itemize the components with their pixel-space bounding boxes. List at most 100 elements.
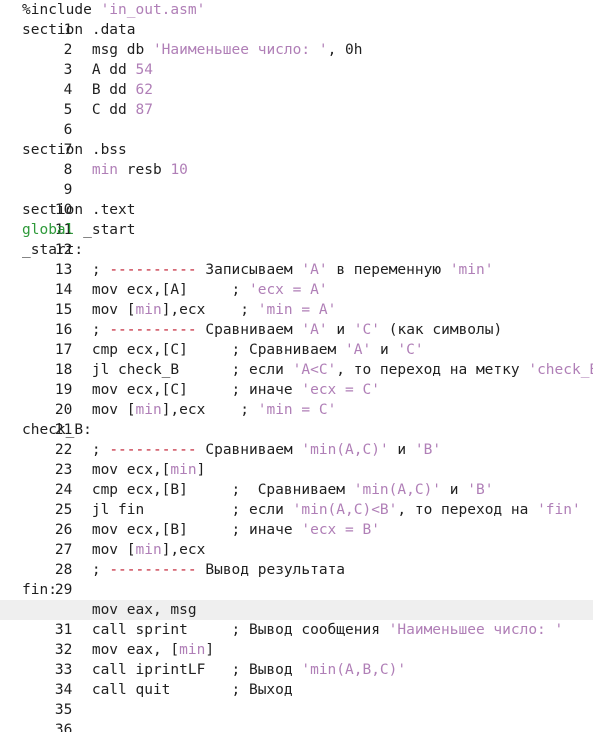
string-token: 'A<C' xyxy=(292,362,337,378)
text-token: Вывод результата xyxy=(196,562,346,578)
code-line-10[interactable]: 10 xyxy=(0,180,593,218)
code-line-27[interactable]: 27 mov ecx,[B] ; иначе 'ecx = B' xyxy=(0,520,593,558)
code-line-19[interactable]: 19 jl check_B ; если 'A<C', то переход н… xyxy=(0,360,593,398)
line-code: call quit ; Выход xyxy=(22,680,293,700)
code-line-17[interactable]: 17 ; ---------- Сравниваем 'A' и 'C' (ка… xyxy=(0,320,593,358)
string-token: 'ecx = B' xyxy=(301,522,380,538)
text-token: и xyxy=(388,442,415,458)
string-token: 'fin' xyxy=(537,502,581,518)
line-code: section .bss xyxy=(22,140,127,160)
line-code: min resb 10 xyxy=(22,160,188,180)
code-line-9[interactable]: 9 min resb 10 xyxy=(0,160,593,198)
code-line-32[interactable]: 32 call sprint ; Вывод сообщения 'Наимен… xyxy=(0,620,593,658)
code-line-14[interactable]: 14 ; ---------- Записываем 'A' в перемен… xyxy=(0,260,593,298)
string-token: 'B' xyxy=(414,442,442,458)
code-line-36[interactable]: 36 xyxy=(0,700,593,732)
text-token: ],ecx xyxy=(161,542,206,558)
text-token: , 0h xyxy=(327,42,363,58)
code-line-26[interactable]: 26 jl fin ; если 'min(A,C)<B', то перехо… xyxy=(0,500,593,538)
string-token: 'min(A,C)' xyxy=(353,482,442,498)
line-code: call sprint ; Вывод сообщения 'Наименьше… xyxy=(22,620,563,640)
code-line-13[interactable]: 13 _start: xyxy=(0,240,593,278)
text-token: call iprintLF ; Вывод xyxy=(22,662,302,678)
string-token: 'min(A,B,C)' xyxy=(301,662,407,678)
string-token: 'min = C' xyxy=(257,402,337,418)
text-token: C dd xyxy=(22,102,136,118)
code-line-2[interactable]: 2 section .data xyxy=(0,20,593,58)
string-token: min xyxy=(179,642,206,658)
code-line-25[interactable]: 25 cmp ecx,[B] ; Сравниваем 'min(A,C)' и… xyxy=(0,480,593,518)
string-token: 'in_out.asm' xyxy=(100,2,206,18)
comment-dashes-token: ---------- xyxy=(109,442,197,458)
code-line-21[interactable]: 21 mov [min],ecx ; 'min = C' xyxy=(0,400,593,438)
code-line-30[interactable]: 30 fin: xyxy=(0,580,593,618)
line-code: mov ecx,[A] ; 'ecx = A' xyxy=(22,280,328,300)
line-code: msg db 'Наименьшее число: ', 0h xyxy=(22,40,363,60)
comment-dashes-token: ---------- xyxy=(109,562,197,578)
text-token: mov ecx,[C] ; иначе xyxy=(22,382,302,398)
text-token: и xyxy=(327,322,354,338)
text-token: check_B: xyxy=(22,422,92,438)
code-line-15[interactable]: 15 mov ecx,[A] ; 'ecx = A' xyxy=(0,280,593,318)
text-token: , то переход на метку xyxy=(336,362,529,378)
text-token: ] xyxy=(205,642,215,658)
text-token: mov [ xyxy=(22,302,136,318)
string-token: 'ecx = C' xyxy=(301,382,380,398)
line-code: mov eax, msg xyxy=(22,600,197,620)
text-token: ; xyxy=(22,322,110,338)
text-token: %include xyxy=(22,2,101,18)
string-token: 'min(A,C)' xyxy=(301,442,389,458)
string-token: 'min' xyxy=(449,262,494,278)
code-line-28[interactable]: 28 mov [min],ecx xyxy=(0,540,593,578)
text-token: в переменную xyxy=(327,262,450,278)
code-line-18[interactable]: 18 cmp ecx,[C] ; Сравниваем 'A' и 'C' xyxy=(0,340,593,378)
code-line-16[interactable]: 16 mov [min],ecx ; 'min = A' xyxy=(0,300,593,338)
text-token: ] xyxy=(196,462,206,478)
number-token: 87 xyxy=(135,102,153,118)
code-line-20[interactable]: 20 mov ecx,[C] ; иначе 'ecx = C' xyxy=(0,380,593,418)
code-line-5[interactable]: 5 B dd 62 xyxy=(0,80,593,118)
line-code: mov [min],ecx ; 'min = C' xyxy=(22,400,336,420)
text-token: fin: xyxy=(22,582,57,598)
string-token: min xyxy=(170,462,197,478)
code-line-33[interactable]: 33 mov eax, [min] xyxy=(0,640,593,678)
code-line-31[interactable]: 31 mov eax, msg xyxy=(0,600,593,638)
code-line-29[interactable]: 29 ; ---------- Вывод результата xyxy=(0,560,593,598)
code-line-24[interactable]: 24 mov ecx,[min] xyxy=(0,460,593,498)
string-token: min xyxy=(91,162,119,178)
text-token: (как символы) xyxy=(380,322,503,338)
line-code: section .text xyxy=(22,200,136,220)
code-editor[interactable]: 1 %include 'in_out.asm' 2 section .data … xyxy=(0,0,593,732)
line-code: mov [min],ecx xyxy=(22,540,206,560)
code-line-6[interactable]: 6 C dd 87 xyxy=(0,100,593,138)
code-line-8[interactable]: 8 section .bss xyxy=(0,140,593,178)
text-token: _start xyxy=(74,222,136,238)
line-code: B dd 62 xyxy=(22,80,153,100)
line-code: C dd 87 xyxy=(22,100,153,120)
text-token: call sprint ; Вывод сообщения xyxy=(22,622,389,638)
code-line-3[interactable]: 3 msg db 'Наименьшее число: ', 0h xyxy=(0,40,593,78)
code-line-11[interactable]: 11 section .text xyxy=(0,200,593,238)
code-line-7[interactable]: 7 xyxy=(0,120,593,158)
text-token: ; xyxy=(22,262,110,278)
code-line-22[interactable]: 22 check_B: xyxy=(0,420,593,458)
number-token: 10 xyxy=(170,162,188,178)
text-token: , то переход на xyxy=(397,502,538,518)
line-code: ; ---------- Записываем 'A' в переменную… xyxy=(22,260,494,280)
code-line-23[interactable]: 23 ; ---------- Сравниваем 'min(A,C)' и … xyxy=(0,440,593,478)
string-token: 'C' xyxy=(353,322,380,338)
text-token: ],ecx ; xyxy=(161,402,258,418)
code-line-4[interactable]: 4 A dd 54 xyxy=(0,60,593,98)
text-token: _start: xyxy=(22,242,84,258)
code-line-12[interactable]: 12 global _start xyxy=(0,220,593,258)
text-token: msg db xyxy=(22,42,153,58)
string-token: 'C' xyxy=(397,342,424,358)
string-token: 'ecx = A' xyxy=(248,282,328,298)
code-line-35[interactable]: 35 call quit ; Выход xyxy=(0,680,593,718)
code-line-34[interactable]: 34 call iprintLF ; Вывод 'min(A,B,C)' xyxy=(0,660,593,698)
number-token: 62 xyxy=(135,82,153,98)
string-token: 'A' xyxy=(345,342,372,358)
text-token: resb xyxy=(118,162,171,178)
code-line-1[interactable]: 1 %include 'in_out.asm' xyxy=(0,0,593,38)
text-token: call quit ; Выход xyxy=(22,682,293,698)
